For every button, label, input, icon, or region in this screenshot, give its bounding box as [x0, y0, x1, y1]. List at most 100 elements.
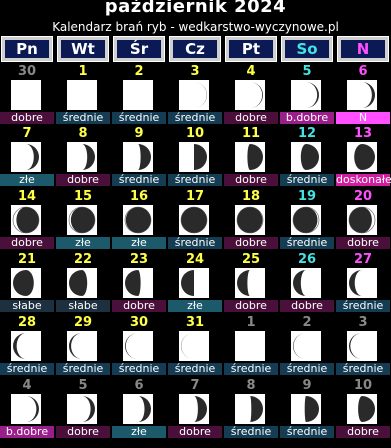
calendar-day-cell[interactable]: 10 średnie: [168, 126, 222, 187]
moon-shadow: [247, 144, 263, 170]
moon-phase-icon: [306, 82, 319, 108]
day-number: 3: [190, 64, 200, 79]
moon-phase-icon: [181, 333, 194, 359]
moon-phase-icon: [125, 333, 138, 359]
calendar-day-cell[interactable]: 23 dobre: [112, 252, 166, 313]
calendar-day-cell[interactable]: 7 dobre: [168, 378, 222, 439]
calendar-day-cell[interactable]: 9 średnie: [112, 126, 166, 187]
calendar-subtitle: Kalendarz brań ryb - wedkarstwo-wyczynow…: [52, 20, 339, 34]
calendar-day-cell[interactable]: 3 średnie: [336, 315, 390, 376]
moon-phase-icon: [358, 396, 375, 422]
weekday-header: Pt: [225, 36, 277, 62]
calendar-day-cell[interactable]: 16 złe: [112, 189, 166, 250]
calendar-day-cell[interactable]: 30 dobre: [0, 64, 54, 125]
calendar-day-cell[interactable]: 4 b.dobre: [0, 378, 54, 439]
moon-shadow: [82, 144, 95, 170]
calendar-day-cell[interactable]: 11 dobre: [224, 126, 278, 187]
weekday-header: Pn: [1, 36, 53, 62]
bite-rating: złe: [56, 237, 110, 249]
day-number: 28: [17, 315, 37, 330]
bite-rating: dobre: [224, 237, 278, 249]
bite-rating: średnie: [112, 363, 166, 375]
moon-phase-icon: [12, 206, 40, 234]
moon-phase-icon: [26, 144, 39, 170]
moon-box: [123, 142, 153, 172]
calendar-day-cell[interactable]: 14 dobre: [0, 189, 54, 250]
day-number: 27: [353, 252, 373, 267]
calendar-day-cell[interactable]: 17 średnie: [168, 189, 222, 250]
moon-box: [291, 268, 321, 298]
calendar-day-cell[interactable]: 15 złe: [56, 189, 110, 250]
day-number: 24: [185, 252, 205, 267]
moon-phase-icon: [194, 82, 207, 108]
calendar-day-cell[interactable]: 27 średnie: [336, 252, 390, 313]
calendar-day-cell[interactable]: 12 średnie: [280, 126, 334, 187]
weekday-header: Wt: [57, 36, 109, 62]
bite-rating: słabe: [0, 300, 54, 312]
moon-phase-icon: [13, 270, 34, 296]
day-number: 9: [134, 126, 144, 141]
day-number: 15: [73, 189, 93, 204]
calendar-day-cell[interactable]: 26 dobre: [280, 252, 334, 313]
day-number: 11: [241, 126, 261, 141]
day-number: 2: [134, 64, 144, 79]
moon-phase-icon: [180, 206, 208, 234]
moon-box: [11, 80, 41, 110]
calendar-day-cell[interactable]: 6N: [336, 64, 390, 125]
calendar-day-cell[interactable]: 19 średnie: [280, 189, 334, 250]
moon-box: [235, 331, 265, 361]
weekday-header: Śr: [113, 36, 165, 62]
calendar-day-cell[interactable]: 5 b.dobre: [280, 64, 334, 125]
calendar-day-cell[interactable]: 21 słabe: [0, 252, 54, 313]
calendar-day-cell[interactable]: 1 średnie: [224, 315, 278, 376]
moon-box: [291, 331, 321, 361]
calendar-day-cell[interactable]: 13 doskonałe: [336, 126, 391, 187]
calendar-day-cell[interactable]: 20 dobre: [336, 189, 390, 250]
calendar-day-cell[interactable]: 29 średnie: [56, 315, 110, 376]
bite-rating: średnie: [280, 237, 334, 249]
calendar-day-cell[interactable]: 2 średnie: [112, 64, 166, 125]
calendar-day-cell[interactable]: 10 dobre: [336, 378, 390, 439]
calendar-day-cell[interactable]: 30 średnie: [112, 315, 166, 376]
moon-phase-icon: [349, 270, 362, 296]
calendar-day-cell[interactable]: 22 słabe: [56, 252, 110, 313]
calendar-day-cell[interactable]: 28 średnie: [0, 315, 54, 376]
calendar-day-cell[interactable]: 3 średnie: [168, 64, 222, 125]
calendar-day-cell[interactable]: 5 dobre: [56, 378, 110, 439]
moon-phase-icon: [362, 82, 375, 108]
moon-phase-icon: [82, 144, 95, 170]
calendar-day-cell[interactable]: 25 dobre: [224, 252, 278, 313]
moon-box: [123, 331, 153, 361]
day-number: 7: [190, 378, 200, 393]
calendar-day-cell[interactable]: 8 dobre: [56, 126, 110, 187]
calendar-day-cell[interactable]: 2 średnie: [280, 315, 334, 376]
bite-rating: średnie: [224, 363, 278, 375]
bite-rating: średnie: [168, 112, 222, 124]
moon-phase-icon: [11, 80, 41, 110]
moon-shadow: [349, 333, 362, 359]
bite-rating: złe: [168, 300, 222, 312]
bite-rating: dobre: [280, 300, 334, 312]
calendar-day-cell[interactable]: 4 dobre: [224, 64, 278, 125]
calendar-day-cell[interactable]: 24 złe: [168, 252, 222, 313]
bite-rating: średnie: [112, 174, 166, 186]
calendar-day-cell[interactable]: 18 dobre: [224, 189, 278, 250]
calendar-day-cell[interactable]: 8 średnie: [224, 378, 278, 439]
calendar-day-cell[interactable]: 31 średnie: [168, 315, 222, 376]
moon-box: [291, 205, 321, 235]
calendar-day-cell[interactable]: 6 złe: [112, 378, 166, 439]
moon-box: [179, 205, 209, 235]
moon-box: [67, 205, 97, 235]
calendar-day-cell[interactable]: 9 średnie: [280, 378, 334, 439]
bite-rating: średnie: [336, 300, 390, 312]
bite-rating: średnie: [112, 112, 166, 124]
weekday-label: N: [341, 40, 385, 58]
calendar-day-cell[interactable]: 1 średnie: [56, 64, 110, 125]
moon-phase-icon: [237, 270, 250, 296]
moon-phase-icon: [194, 396, 207, 422]
day-number: 16: [129, 189, 149, 204]
calendar-day-cell[interactable]: 7 złe: [0, 126, 54, 187]
moon-phase-icon: [82, 396, 95, 422]
weekday-header: N: [337, 36, 389, 62]
day-number: 29: [73, 315, 93, 330]
